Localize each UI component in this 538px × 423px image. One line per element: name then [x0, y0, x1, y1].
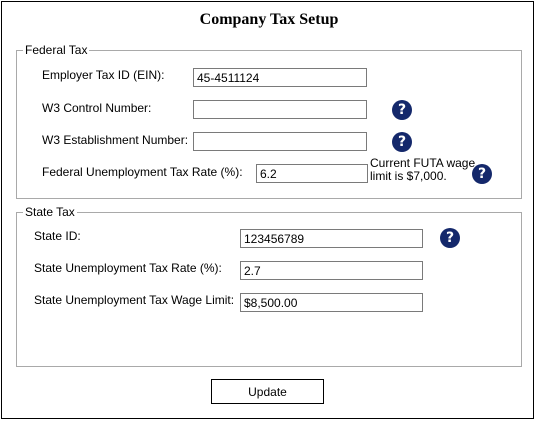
futa-rate-label: Federal Unemployment Tax Rate (%):: [42, 165, 243, 179]
w3-establishment-field[interactable]: [193, 132, 367, 151]
ein-label: Employer Tax ID (EIN):: [42, 68, 165, 82]
federal-tax-legend: Federal Tax: [23, 43, 90, 57]
ein-field[interactable]: [193, 68, 367, 87]
state-id-label: State ID:: [34, 229, 81, 243]
suta-rate-field[interactable]: [240, 261, 423, 280]
w3-control-label: W3 Control Number:: [42, 101, 152, 115]
suta-rate-label: State Unemployment Tax Rate (%):: [34, 261, 222, 275]
state-tax-legend: State Tax: [23, 205, 77, 219]
page-title: Company Tax Setup: [199, 11, 339, 28]
w3-control-help-icon[interactable]: ?: [392, 100, 412, 120]
futa-rate-field[interactable]: [256, 164, 368, 183]
w3-establishment-help-icon[interactable]: ?: [392, 132, 412, 152]
futa-wage-limit-note: Current FUTA wage limit is $7,000.: [370, 156, 476, 183]
suta-wage-limit-label: State Unemployment Tax Wage Limit:: [34, 293, 235, 307]
w3-control-field[interactable]: [193, 100, 367, 119]
futa-help-icon[interactable]: ?: [472, 164, 492, 184]
w3-establishment-label: W3 Establishment Number:: [42, 133, 189, 147]
state-id-help-icon[interactable]: ?: [440, 228, 460, 248]
state-id-field[interactable]: [240, 229, 423, 248]
suta-wage-limit-field[interactable]: [240, 293, 423, 312]
update-button[interactable]: Update: [211, 379, 324, 404]
